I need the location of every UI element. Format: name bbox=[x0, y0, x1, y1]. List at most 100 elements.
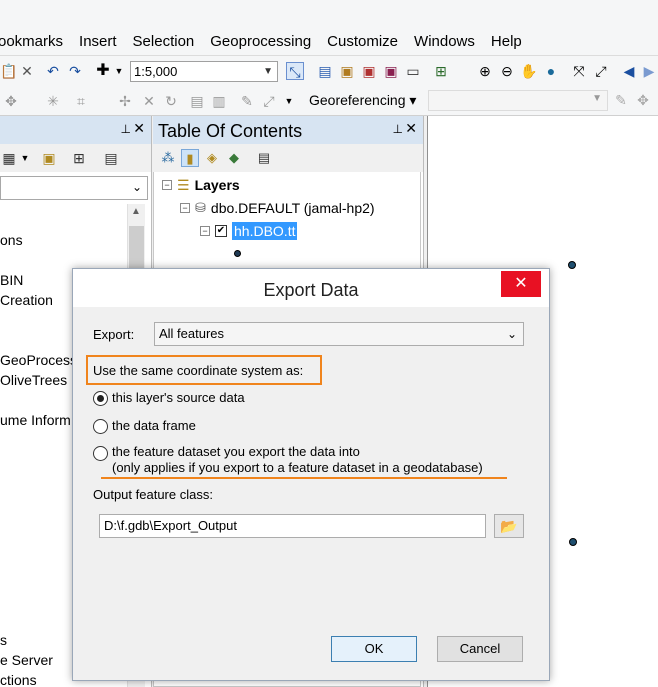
vertex-icon[interactable]: ✳ bbox=[44, 92, 62, 110]
fixed-zoom-in-icon[interactable]: ⤧ bbox=[570, 62, 588, 80]
radio-feature-dataset[interactable]: the feature dataset you export the data … bbox=[93, 444, 483, 476]
catalog-icon[interactable]: ▣ bbox=[338, 62, 356, 80]
output-feature-class-input[interactable]: D:\f.gdb\Export_Output bbox=[99, 514, 486, 538]
edit-tool-icon[interactable]: ✥ bbox=[2, 92, 20, 110]
cut-polygon-icon[interactable]: ✢ bbox=[116, 92, 134, 110]
pin-icon[interactable]: ⊥ bbox=[393, 122, 403, 136]
rotate-icon[interactable]: ↻ bbox=[162, 92, 180, 110]
close-icon[interactable]: ✕ bbox=[501, 271, 541, 297]
connection-label: dbo.DEFAULT (jamal-hp2) bbox=[210, 200, 375, 216]
add-data-dropdown-icon[interactable]: ▼ bbox=[110, 62, 128, 80]
catalog-item[interactable]: Creation bbox=[0, 291, 53, 309]
menu-insert[interactable]: Insert bbox=[71, 33, 125, 51]
chevron-down-icon: ▼ bbox=[592, 93, 602, 104]
auto-adjust-icon[interactable]: ✥ bbox=[634, 91, 652, 109]
editor-toolbar-icon[interactable]: ⤡ bbox=[286, 62, 304, 80]
catalog-item[interactable]: ume Inform bbox=[0, 411, 71, 429]
layer-row[interactable]: − ✔ hh.DBO.tt bbox=[200, 222, 298, 240]
layers-row[interactable]: − ☰ Layers bbox=[162, 176, 240, 194]
close-icon[interactable]: ✕ bbox=[133, 120, 145, 137]
back-icon[interactable]: ◀ bbox=[620, 62, 638, 80]
menu-geoprocessing[interactable]: Geoprocessing bbox=[202, 33, 319, 51]
map-point-feature[interactable] bbox=[569, 538, 577, 546]
paste-icon[interactable]: 📋 bbox=[0, 62, 18, 80]
python-window-icon[interactable]: ▭ bbox=[404, 62, 422, 80]
layer-point-symbol[interactable] bbox=[234, 250, 241, 257]
table-icon[interactable]: ▤ bbox=[316, 62, 334, 80]
export-select-value: All features bbox=[159, 326, 225, 341]
connect-folder-icon[interactable]: ▣ bbox=[40, 149, 58, 167]
layer-label[interactable]: hh.DBO.tt bbox=[232, 222, 298, 240]
map-point-feature[interactable] bbox=[568, 261, 576, 269]
ok-button[interactable]: OK bbox=[331, 636, 417, 662]
fixed-zoom-out-icon[interactable]: ⤢ bbox=[592, 62, 610, 80]
collapse-icon[interactable]: − bbox=[200, 226, 210, 236]
catalog-item[interactable]: BIN bbox=[0, 271, 23, 289]
model-builder-icon[interactable]: ⊞ bbox=[432, 62, 450, 80]
radio-source-data[interactable]: this layer's source data bbox=[93, 390, 245, 406]
browse-button[interactable]: 📂 bbox=[494, 514, 524, 538]
collapse-icon[interactable]: − bbox=[180, 203, 190, 213]
redo-icon[interactable]: ↷ bbox=[66, 62, 84, 80]
georeferencing-menu[interactable]: Georeferencing ▾ bbox=[309, 91, 416, 109]
delete-icon[interactable]: ✕ bbox=[18, 62, 36, 80]
globe-icon[interactable]: ● bbox=[542, 62, 560, 80]
export-label: Export: bbox=[93, 327, 135, 342]
attributes-icon[interactable]: ▤ bbox=[188, 92, 206, 110]
radio-button[interactable] bbox=[93, 418, 108, 434]
toc-options-icon[interactable]: ▤ bbox=[255, 149, 273, 167]
catalog-location-combo[interactable]: ⌄ bbox=[0, 176, 148, 200]
list-by-drawing-order-icon[interactable]: ⁂ bbox=[159, 149, 177, 167]
reshape-icon[interactable]: ⌗ bbox=[72, 92, 90, 110]
map-scale-combo[interactable]: 1:5,000 ▼ bbox=[130, 61, 278, 82]
collapse-icon[interactable]: − bbox=[162, 180, 172, 190]
menu-help[interactable]: Help bbox=[483, 33, 530, 51]
layer-visibility-checkbox[interactable]: ✔ bbox=[215, 225, 227, 237]
undo-icon[interactable]: ↶ bbox=[44, 62, 62, 80]
radio-button[interactable] bbox=[93, 446, 108, 461]
add-control-points-icon[interactable]: ✎ bbox=[612, 91, 630, 109]
menu-customize[interactable]: Customize bbox=[319, 33, 406, 51]
radio-source-label: this layer's source data bbox=[112, 390, 245, 405]
create-features-icon[interactable]: ✎ bbox=[238, 92, 256, 110]
split-icon[interactable]: ✕ bbox=[140, 92, 158, 110]
tree-toggle-icon[interactable]: ⊞ bbox=[70, 149, 88, 167]
toolbar-options-icon[interactable]: ▼ bbox=[280, 92, 298, 110]
list-by-visibility-icon[interactable]: ◈ bbox=[203, 149, 221, 167]
arctoolbox-icon[interactable]: ▣ bbox=[382, 62, 400, 80]
catalog-item[interactable]: OliveTrees bbox=[0, 371, 67, 389]
menu-bookmarks[interactable]: ookmarks bbox=[0, 33, 71, 51]
coordinate-system-label: Use the same coordinate system as: bbox=[93, 363, 304, 378]
close-icon[interactable]: ✕ bbox=[405, 120, 417, 137]
radio-button[interactable] bbox=[93, 390, 108, 406]
view-dropdown-icon[interactable]: ▼ bbox=[16, 149, 34, 167]
scroll-up-icon[interactable]: ▲ bbox=[131, 206, 141, 217]
layers-icon: ☰ bbox=[177, 177, 190, 193]
pin-icon[interactable]: ⊥ bbox=[121, 122, 131, 136]
export-data-dialog: Export Data ✕ Export: All features ⌄ Use… bbox=[72, 268, 550, 681]
catalog-item[interactable]: ons bbox=[0, 231, 23, 249]
cancel-button[interactable]: Cancel bbox=[437, 636, 523, 662]
radio-dataset-text: the feature dataset you export the data … bbox=[112, 444, 483, 476]
radio-data-frame[interactable]: the data frame bbox=[93, 418, 196, 434]
catalog-item[interactable]: s bbox=[0, 631, 7, 649]
sketch-properties-icon[interactable]: ▥ bbox=[210, 92, 228, 110]
catalog-item[interactable]: e Server bbox=[0, 651, 53, 669]
catalog-item[interactable]: ctions bbox=[0, 671, 37, 687]
forward-icon[interactable]: ▶ bbox=[640, 62, 658, 80]
options-icon[interactable]: ▤ bbox=[102, 149, 120, 167]
search-window-icon[interactable]: ▣ bbox=[360, 62, 378, 80]
chevron-down-icon: ⌄ bbox=[131, 180, 142, 194]
connection-row[interactable]: − ⛁ dbo.DEFAULT (jamal-hp2) bbox=[180, 199, 375, 217]
pan-icon[interactable]: ✋ bbox=[520, 62, 538, 80]
georeferencing-layer-combo[interactable]: ▼ bbox=[428, 90, 608, 111]
zoom-in-icon[interactable]: ⊕ bbox=[476, 62, 494, 80]
menu-windows[interactable]: Windows bbox=[406, 33, 483, 51]
export-select[interactable]: All features ⌄ bbox=[154, 322, 524, 346]
transform-icon[interactable]: ⤢ bbox=[260, 92, 278, 110]
list-by-source-icon[interactable]: ▮ bbox=[181, 149, 199, 167]
list-by-selection-icon[interactable]: ◆ bbox=[225, 149, 243, 167]
catalog-item[interactable]: GeoProcess bbox=[0, 351, 77, 369]
zoom-out-icon[interactable]: ⊖ bbox=[498, 62, 516, 80]
menu-selection[interactable]: Selection bbox=[125, 33, 203, 51]
